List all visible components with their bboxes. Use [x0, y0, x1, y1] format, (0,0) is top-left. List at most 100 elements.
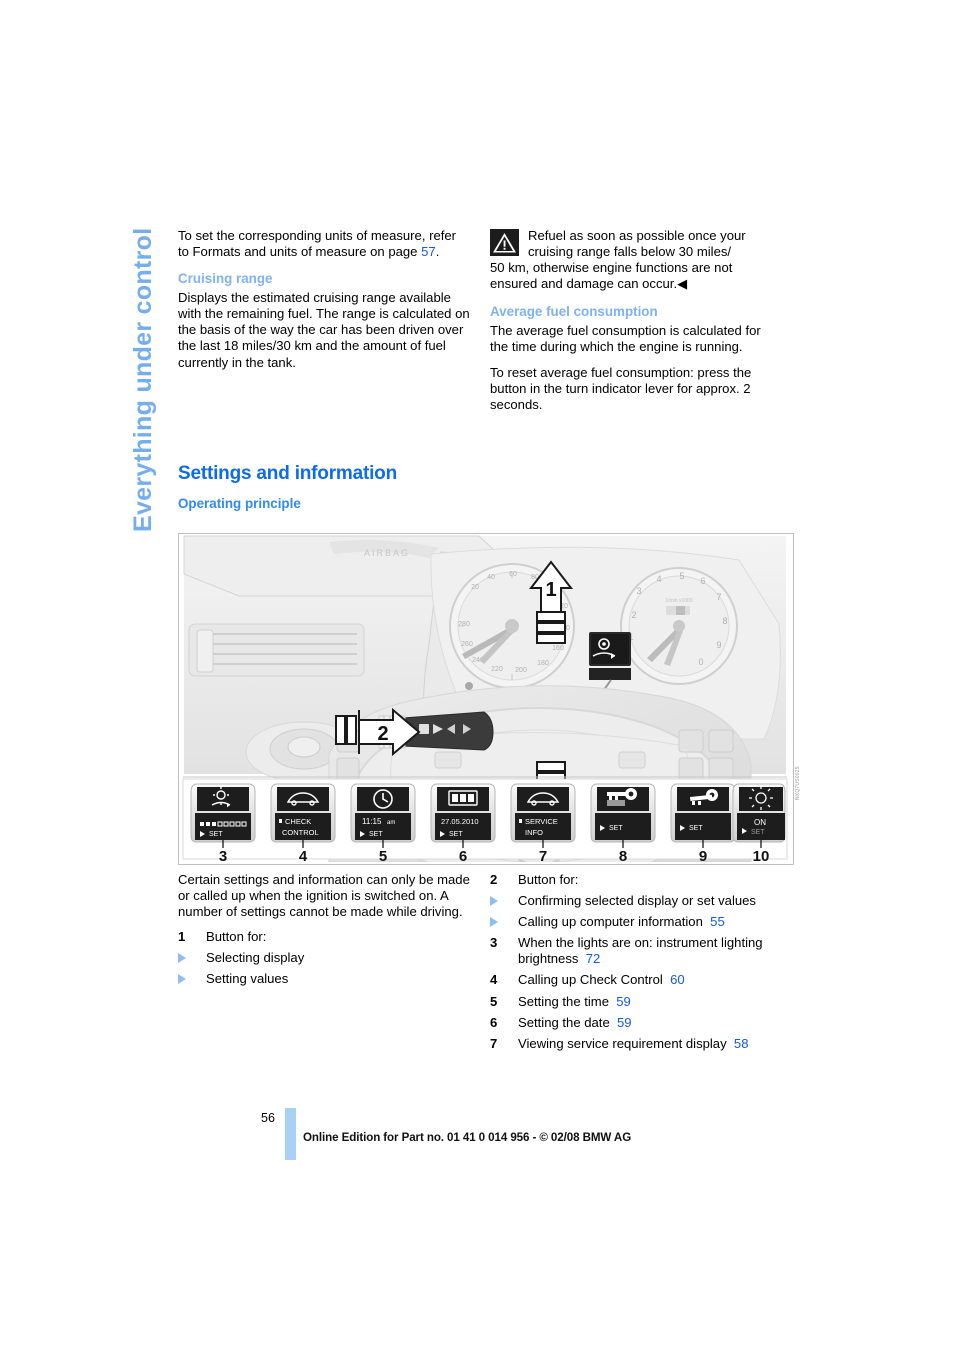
item-text: Setting the time [518, 993, 609, 1009]
item-number: 1 [178, 929, 186, 945]
svg-text:SET: SET [689, 825, 703, 832]
heading-average-fuel-consumption: Average fuel consumption [490, 304, 658, 320]
svg-text:SET: SET [369, 831, 383, 838]
svg-text:2: 2 [631, 610, 636, 620]
item-label: Button for: [206, 929, 267, 945]
svg-text:3: 3 [636, 586, 641, 596]
page-reference[interactable]: 58 [734, 1036, 749, 1051]
warning-triangle-icon [490, 229, 519, 256]
svg-text:260: 260 [461, 641, 473, 648]
svg-text:1/min x1000: 1/min x1000 [665, 598, 692, 604]
warning-block: Refuel as soon as possible once your cru… [490, 228, 782, 292]
chapter-tab-label: Everything under control [129, 227, 157, 532]
svg-text:20: 20 [471, 584, 479, 591]
svg-text:ON: ON [754, 818, 766, 827]
svg-text:180: 180 [537, 660, 549, 667]
figure-dashboard-illustration: AIRBAG 20 40 60 80 160 180 200 220 240 2… [178, 533, 794, 865]
list-item-2: 2 Button for: [490, 872, 790, 888]
triangle-bullet-icon [490, 896, 498, 907]
numbered-list-right: 2 Button for: Confirming selected display… [490, 872, 790, 1052]
page-reference[interactable]: 60 [670, 972, 685, 987]
list-item-6: 6 Setting the date 59 [490, 1015, 790, 1031]
svg-text:SERVICE: SERVICE [525, 817, 558, 826]
svg-text:7: 7 [716, 592, 721, 602]
page-reference[interactable]: 59 [617, 1015, 632, 1030]
list-item-7: 7 Viewing service requirement display 58 [490, 1036, 790, 1052]
sublist-2: Confirming selected display or set value… [490, 893, 790, 930]
warning-end-mark: ◀ [677, 276, 687, 292]
left-column-upper: To set the corresponding units of measur… [178, 228, 470, 380]
svg-text:9: 9 [716, 640, 721, 650]
svg-text:SET: SET [209, 831, 223, 838]
svg-text:7: 7 [539, 848, 547, 862]
item-text: When the lights are on: instrument light… [518, 935, 763, 967]
warning-text: Refuel as soon as possible once your cru… [490, 228, 782, 292]
sub-item: Calling up computer information 55 [490, 914, 790, 930]
svg-text:2: 2 [377, 723, 388, 745]
warning-line-1: Refuel as soon as possible once your [528, 228, 746, 243]
list-item-5: 5 Setting the time 59 [490, 994, 790, 1010]
list-item-4: 4 Calling up Check Control 60 [490, 972, 790, 988]
avg-fuel-body-1: The average fuel consumption is calculat… [490, 323, 761, 355]
svg-text:3: 3 [219, 848, 227, 862]
footer-accent-bar [285, 1108, 296, 1160]
ignition-note-paragraph: Certain settings and information can onl… [178, 872, 470, 920]
svg-text:40: 40 [487, 574, 495, 581]
list-item-3: 3 When the lights are on: instrument ligh… [490, 935, 790, 967]
svg-text:CHECK: CHECK [285, 817, 311, 826]
svg-text:INFO: INFO [525, 828, 543, 837]
svg-text:11:15: 11:15 [362, 817, 382, 826]
sub-item: Setting values [178, 971, 478, 987]
intro-text-part1: To set the corresponding units of measur… [178, 228, 457, 260]
svg-text:9: 9 [699, 848, 707, 862]
svg-text:am: am [387, 820, 395, 826]
intro-text-part2: . [435, 244, 440, 260]
sub-item: Selecting display [178, 950, 478, 966]
avg-fuel-body-2: To reset average fuel consumption: press… [490, 364, 752, 412]
page-reference[interactable]: 72 [586, 951, 601, 966]
heading-cruising-range: Cruising range [178, 271, 273, 287]
cruising-range-body: Displays the estimated cruising range av… [178, 290, 470, 370]
svg-text:SET: SET [751, 829, 765, 836]
item-text: Viewing service requirement display [518, 1035, 727, 1051]
dashboard-svg: AIRBAG 2040 60 80 160 180200 220240 2602… [179, 534, 791, 864]
svg-text:220: 220 [491, 666, 503, 673]
left-column-lower: Certain settings and information can onl… [178, 872, 478, 993]
page-reference[interactable]: 59 [616, 994, 631, 1009]
svg-text:SET: SET [449, 831, 463, 838]
svg-text:10: 10 [753, 848, 770, 862]
triangle-bullet-icon [178, 974, 186, 985]
triangle-bullet-icon [178, 953, 186, 964]
svg-text:4: 4 [299, 848, 308, 862]
sublist-1: Selecting display Setting values [178, 950, 478, 987]
svg-text:27.05.2010: 27.05.2010 [441, 817, 479, 826]
item-number: 2 [490, 872, 498, 887]
item-text: Setting the date [518, 1014, 610, 1030]
triangle-bullet-icon [490, 917, 498, 928]
sub-item-text: Confirming selected display or set value… [518, 893, 756, 909]
svg-text:6: 6 [459, 848, 467, 862]
sub-item: Confirming selected display or set value… [490, 893, 790, 909]
svg-text:160: 160 [552, 645, 564, 652]
svg-text:280: 280 [458, 621, 470, 628]
item-number: 4 [490, 972, 498, 988]
page-title: Settings and information [178, 463, 397, 484]
item-number: 6 [490, 1014, 498, 1030]
page-reference-57[interactable]: 57 [421, 244, 436, 259]
svg-text:SET: SET [609, 825, 623, 832]
sub-item-text: Calling up computer information [518, 914, 703, 930]
svg-text:1: 1 [545, 579, 556, 601]
footer-edition-text: Online Edition for Part no. 01 41 0 014 … [303, 1131, 632, 1144]
manual-page: Everything under control To set the corr… [0, 0, 954, 1350]
figure-credit: NXQ7US0025 [795, 766, 801, 800]
item-number: 3 [490, 935, 498, 951]
item-text: Calling up Check Control [518, 972, 663, 988]
page-reference[interactable]: 55 [710, 914, 725, 929]
svg-text:60: 60 [509, 571, 517, 578]
sub-item-text: Selecting display [206, 950, 305, 966]
svg-text:5: 5 [379, 848, 387, 862]
right-column-lower: 2 Button for: Confirming selected display… [490, 872, 790, 1057]
numbered-list-left: 1 Button for: Selecting display Setting v… [178, 929, 478, 987]
warning-line-2: cruising range falls below 30 miles/ [528, 244, 732, 260]
svg-text:AIRBAG: AIRBAG [364, 548, 410, 558]
